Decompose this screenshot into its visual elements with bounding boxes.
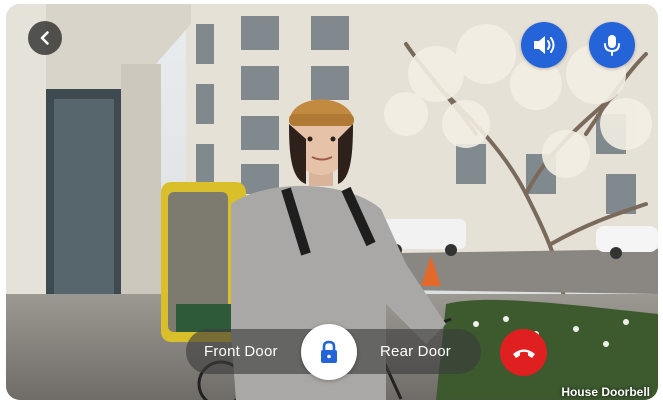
front-door-button[interactable]: Front Door xyxy=(204,329,278,374)
camera-name: House Doorbell xyxy=(561,385,650,399)
back-button[interactable] xyxy=(28,21,62,55)
chevron-left-icon xyxy=(40,31,49,45)
speaker-icon xyxy=(534,36,555,54)
video-feed-frame: Front Door Rear Door House Doorbell xyxy=(6,4,658,400)
lock-icon xyxy=(321,340,337,363)
phone-hangup-icon xyxy=(512,349,535,358)
microphone-icon xyxy=(604,35,620,56)
rear-door-button[interactable]: Rear Door xyxy=(380,329,451,374)
microphone-button[interactable] xyxy=(589,22,635,68)
hang-up-button[interactable] xyxy=(500,329,547,376)
unlock-button[interactable] xyxy=(301,324,357,380)
speaker-button[interactable] xyxy=(521,22,567,68)
